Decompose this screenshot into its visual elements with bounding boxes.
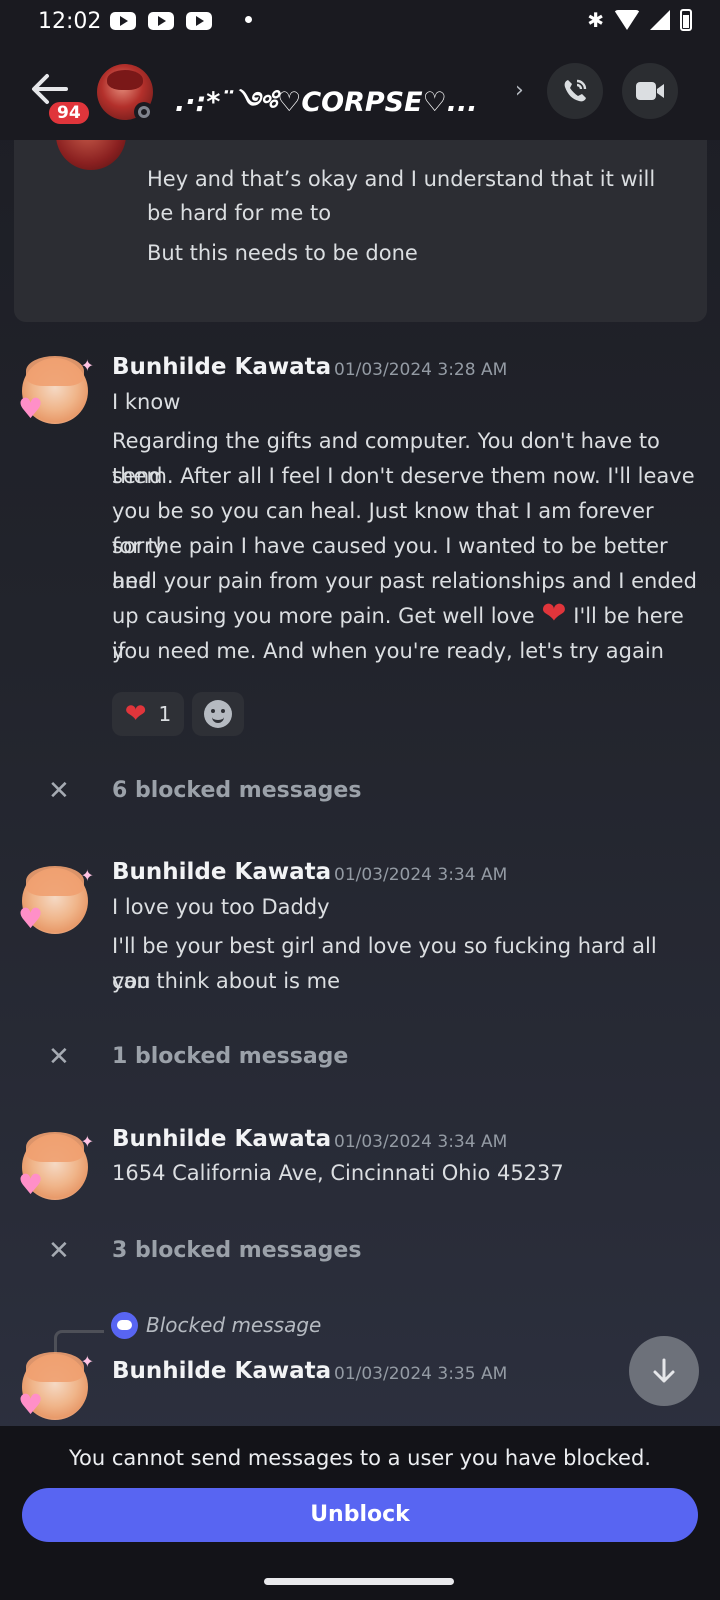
message-line: heal your pain from your past relationsh… — [112, 569, 697, 593]
highlighted-message[interactable]: ▔▔▔▔▔▔▔▔▔▔ Hey and that’s okay and I und… — [14, 140, 707, 322]
sparkle-icon: ✦ — [80, 866, 94, 885]
more-notifications-icon — [245, 16, 252, 23]
avatar[interactable]: ♥ ✦ — [18, 1352, 96, 1424]
message-line: I love you too Daddy — [112, 895, 330, 919]
sparkle-icon: ✦ — [80, 1132, 94, 1151]
cell-signal-icon — [650, 10, 670, 30]
chevron-right-icon[interactable]: › — [515, 78, 524, 103]
sparkle-icon: ✦ — [80, 356, 94, 375]
heart-decoration-icon: ♥ — [18, 392, 44, 425]
message-list[interactable]: ▔▔▔▔▔▔▔▔▔▔ Hey and that’s okay and I und… — [0, 140, 720, 1426]
wifi-icon — [614, 10, 640, 30]
blocked-messages-toggle[interactable]: ✕ 1 blocked message — [0, 1038, 720, 1078]
video-camera-icon — [636, 82, 664, 100]
message-line: be hard for me to — [147, 201, 332, 225]
voice-call-button[interactable] — [547, 63, 603, 119]
reaction-count: 1 — [158, 702, 172, 726]
status-time: 12:02 — [38, 9, 102, 34]
heart-icon: ❤ — [124, 699, 147, 729]
phone-call-icon — [564, 79, 587, 102]
message-line: can think about is me — [112, 969, 341, 993]
message-line: I know — [112, 390, 181, 414]
message-line: But this needs to be done — [147, 241, 418, 265]
blocked-footer: You cannot send messages to a user you h… — [0, 1426, 720, 1600]
sparkle-icon: ✦ — [80, 1352, 94, 1371]
heart-decoration-icon: ♥ — [18, 1388, 44, 1421]
arrow-down-icon — [653, 1358, 675, 1383]
heart-emoji-icon: ❤ — [541, 596, 567, 631]
battery-icon — [680, 9, 692, 31]
close-icon[interactable]: ✕ — [48, 1236, 70, 1266]
discord-logo-icon — [111, 1312, 138, 1339]
message-timestamp: 01/03/2024 3:28 AM — [334, 360, 508, 380]
channel-title[interactable]: .·:*¨༺♡CORPSE♡... — [175, 72, 490, 148]
blocked-messages-label[interactable]: 3 blocked messages — [112, 1238, 361, 1263]
status-bar: 12:02 ✱ — [0, 0, 720, 44]
blocked-messages-label[interactable]: 6 blocked messages — [112, 778, 361, 803]
jump-to-present-button[interactable] — [629, 1336, 699, 1406]
blocked-messages-toggle[interactable]: ✕ 6 blocked messages — [0, 772, 720, 812]
reply-reference-label[interactable]: Blocked message — [146, 1313, 321, 1337]
avatar[interactable]: ♥ ✦ — [18, 866, 96, 938]
avatar — [56, 140, 126, 170]
add-reaction-button[interactable] — [192, 692, 244, 736]
avatar[interactable]: ♥ ✦ — [18, 356, 96, 428]
reaction-chip[interactable]: ❤ 1 — [112, 692, 184, 736]
message-timestamp: 01/03/2024 3:34 AM — [334, 1132, 508, 1152]
message-line: you need me. And when you're ready, let'… — [112, 639, 664, 663]
youtube-notification-icon — [186, 12, 212, 30]
message-author[interactable]: Bunhilde Kawata — [112, 354, 331, 380]
message-line: 1654 California Ave, Cincinnati Ohio 452… — [112, 1161, 564, 1185]
status-icons: ✱ — [587, 9, 692, 31]
home-indicator[interactable] — [264, 1578, 454, 1585]
close-icon[interactable]: ✕ — [48, 776, 70, 806]
heart-decoration-icon: ♥ — [18, 902, 44, 935]
unread-badge: 94 — [46, 99, 92, 127]
unblock-button[interactable]: Unblock — [22, 1488, 698, 1542]
bluetooth-icon: ✱ — [587, 8, 604, 32]
blocked-notice: You cannot send messages to a user you h… — [69, 1446, 651, 1470]
close-icon[interactable]: ✕ — [48, 1042, 70, 1072]
message-timestamp: 01/03/2024 3:35 AM — [334, 1364, 508, 1384]
heart-decoration-icon: ♥ — [18, 1168, 44, 1201]
message-line: Hey and that’s okay and I understand tha… — [147, 167, 656, 191]
add-reaction-icon — [204, 700, 232, 728]
channel-header: 94 .·:*¨༺♡CORPSE♡... › — [0, 44, 720, 140]
youtube-notification-icon — [148, 12, 174, 30]
message-line: them. After all I feel I don't deserve t… — [112, 464, 695, 488]
message-author[interactable]: Bunhilde Kawata — [112, 1358, 331, 1384]
youtube-notification-icon — [110, 12, 136, 30]
message-author[interactable]: Bunhilde Kawata — [112, 859, 331, 885]
offline-status-icon — [134, 102, 154, 122]
blocked-messages-label[interactable]: 1 blocked message — [112, 1044, 348, 1069]
message-text: up causing you more pain. Get well love — [112, 604, 535, 628]
blocked-messages-toggle[interactable]: ✕ 3 blocked messages — [0, 1232, 720, 1272]
reply-reference[interactable]: Blocked message — [0, 1310, 720, 1360]
message-author[interactable]: Bunhilde Kawata — [112, 1126, 331, 1152]
message-timestamp: 01/03/2024 3:34 AM — [334, 865, 508, 885]
video-call-button[interactable] — [622, 63, 678, 119]
avatar[interactable]: ♥ ✦ — [18, 1132, 96, 1204]
